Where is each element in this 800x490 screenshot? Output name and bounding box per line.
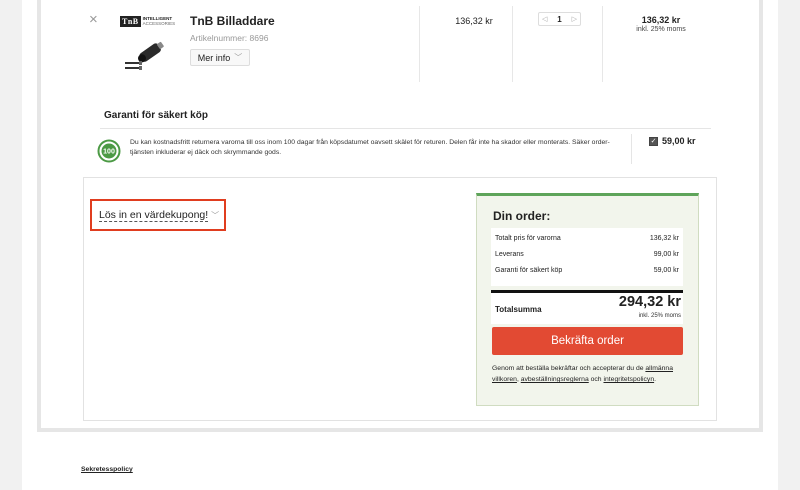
order-total: Totalsumma 294,32 kr inkl. 25% moms <box>491 290 683 324</box>
order-line: Totalt pris för varorna 136,32 kr <box>495 235 679 242</box>
terms-text: Genom att beställa bekräftar och accepte… <box>492 363 687 385</box>
brand-logo-text: INTELLIGENT ACCESSORIES <box>143 16 176 26</box>
more-info-label: Mer info <box>197 52 231 63</box>
order-total-amount: 294,32 kr <box>618 294 681 310</box>
confirm-order-button[interactable]: Bekräfta order <box>492 327 683 355</box>
privacy-policy-link[interactable]: integritetspolicyn <box>603 376 654 383</box>
order-line-value: 59,00 kr <box>653 267 679 274</box>
quantity-stepper[interactable]: ◁ 1 ▷ <box>538 12 581 26</box>
chevron-down-icon: ﹀ <box>234 53 243 62</box>
row-total-amount: 136,32 kr <box>641 15 681 25</box>
order-total-label: Totalsumma <box>495 305 542 314</box>
product-name[interactable]: TnB Billaddare <box>190 14 275 28</box>
order-summary-title: Din order: <box>493 209 551 223</box>
guarantee-badge-text: 100 <box>103 149 115 156</box>
order-summary: Din order: Totalt pris för varorna 136,3… <box>476 193 699 406</box>
guarantee-description: Du kan kostnadsfritt returnera varorna t… <box>130 139 610 156</box>
order-line-label: Garanti för säkert köp <box>495 267 563 274</box>
brand-logo-mark: TnB <box>120 15 141 27</box>
cart-frame: × TnB INTELLIGENT ACCESSORIES TnB Billad… <box>37 0 763 432</box>
order-line-label: Leverans <box>495 251 524 258</box>
guarantee-price: 59,00 kr <box>662 136 696 146</box>
brand-logo-line2: ACCESSORIES <box>142 21 176 26</box>
remove-item-close-icon[interactable]: × <box>89 12 98 27</box>
quantity-value[interactable]: 1 <box>557 15 561 24</box>
order-line-value: 136,32 kr <box>649 235 679 242</box>
order-line-label: Totalt pris för varorna <box>495 235 561 242</box>
unit-price: 136,32 kr <box>455 16 493 26</box>
terms-prefix: Genom att beställa bekräftar och accepte… <box>492 365 644 372</box>
redeem-coupon-toggle[interactable]: Lös in en värdekupong! ﹀ <box>90 199 226 231</box>
redeem-coupon-label[interactable]: Lös in en värdekupong! <box>99 209 209 222</box>
footer-privacy-link[interactable]: Sekretesspolicy <box>81 466 133 473</box>
terms-end: . <box>654 376 656 383</box>
page: × TnB INTELLIGENT ACCESSORIES TnB Billad… <box>22 0 778 490</box>
order-line-value: 99,00 kr <box>653 251 679 258</box>
row-total-vat: inkl. 25% moms <box>636 26 686 33</box>
order-line: Garanti för säkert köp 59,00 kr <box>495 267 679 274</box>
product-image[interactable] <box>121 38 169 72</box>
guarantee-column-divider <box>631 134 632 164</box>
guarantee-checkbox[interactable]: ✓ <box>649 137 658 146</box>
guarantee-divider <box>100 128 711 129</box>
order-summary-lines: Totalt pris för varorna 136,32 kr Levera… <box>491 228 683 286</box>
cart-content: × TnB INTELLIGENT ACCESSORIES TnB Billad… <box>41 0 759 428</box>
order-line: Leverans 99,00 kr <box>495 251 679 258</box>
row-total: 136,32 kr inkl. 25% moms <box>611 15 711 33</box>
more-info-button[interactable]: Mer info ﹀ <box>190 49 250 66</box>
chevron-down-icon: ﹀ <box>211 210 220 220</box>
guarantee-100-icon: 100 <box>97 139 121 163</box>
terms-separator: , <box>516 376 519 383</box>
column-divider <box>602 6 603 82</box>
product-article-number: Artikelnummer: 8696 <box>190 33 269 43</box>
terms-and: och <box>590 376 602 383</box>
brand-logo: TnB INTELLIGENT ACCESSORIES <box>120 14 176 28</box>
order-total-vat: inkl. 25% moms <box>638 313 681 319</box>
cancellation-rules-link[interactable]: avbeställningsreglerna <box>521 376 589 383</box>
column-divider <box>419 6 420 82</box>
guarantee-title: Garanti för säkert köp <box>104 110 208 121</box>
decrease-arrow-icon[interactable]: ◁ <box>542 15 547 23</box>
increase-arrow-icon[interactable]: ▷ <box>572 15 577 23</box>
